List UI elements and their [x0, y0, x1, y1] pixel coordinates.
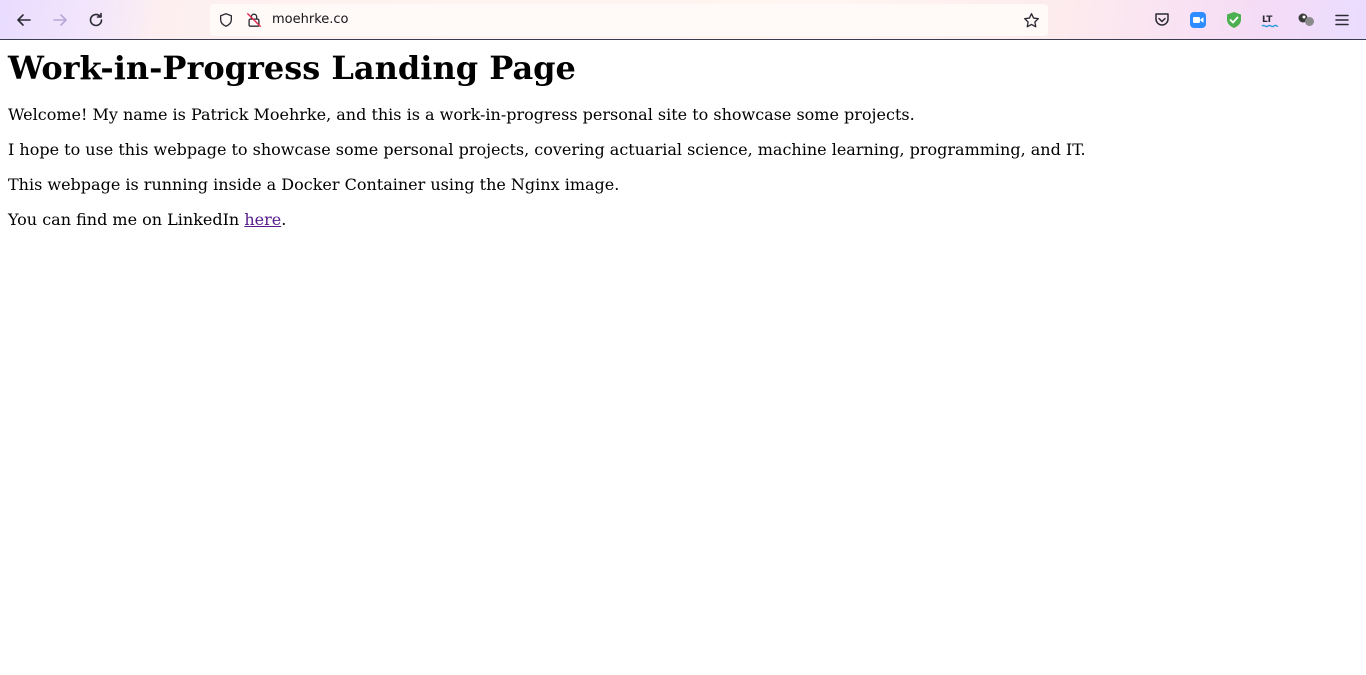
forward-button[interactable]	[48, 8, 72, 32]
forward-arrow-icon	[53, 14, 67, 26]
pocket-icon	[1155, 13, 1169, 26]
insecure-lock-icon[interactable]	[245, 11, 263, 29]
back-arrow-icon	[17, 14, 31, 26]
linkedin-prefix: You can find me on LinkedIn	[8, 210, 245, 229]
extension-icon	[1298, 13, 1314, 26]
bookmark-star-icon[interactable]	[1022, 11, 1040, 29]
reload-icon	[89, 12, 103, 27]
languagetool-icon: LT	[1261, 15, 1279, 28]
shield-check-icon	[1227, 12, 1241, 28]
page-title: Work-in-Progress Landing Page	[8, 49, 576, 87]
privacy-extension-button[interactable]	[1222, 8, 1246, 32]
browser-toolbar: moehrke.co LT	[0, 0, 1366, 40]
docker-paragraph: This webpage is running inside a Docker …	[8, 175, 620, 194]
back-button[interactable]	[12, 8, 36, 32]
linkedin-link[interactable]: here	[244, 210, 281, 229]
languagetool-button[interactable]: LT	[1258, 8, 1282, 32]
page-content: Work-in-Progress Landing Page Welcome! M…	[0, 49, 1366, 229]
pocket-button[interactable]	[1150, 8, 1174, 32]
url-text[interactable]: moehrke.co	[272, 12, 349, 27]
reload-button[interactable]	[84, 8, 108, 32]
menu-icon	[1335, 14, 1349, 26]
intro-paragraph: Welcome! My name is Patrick Moehrke, and…	[8, 105, 915, 124]
shield-icon[interactable]	[217, 11, 235, 29]
extensions-button[interactable]	[1294, 8, 1318, 32]
url-bar[interactable]: moehrke.co	[210, 4, 1048, 36]
linkedin-suffix: .	[281, 210, 287, 229]
projects-paragraph: I hope to use this webpage to showcase s…	[8, 140, 1086, 159]
linkedin-paragraph: You can find me on LinkedIn here.	[8, 210, 1358, 229]
menu-button[interactable]	[1330, 8, 1354, 32]
zoom-extension-button[interactable]	[1186, 8, 1210, 32]
zoom-icon	[1190, 12, 1206, 28]
svg-text:LT: LT	[1262, 15, 1273, 25]
